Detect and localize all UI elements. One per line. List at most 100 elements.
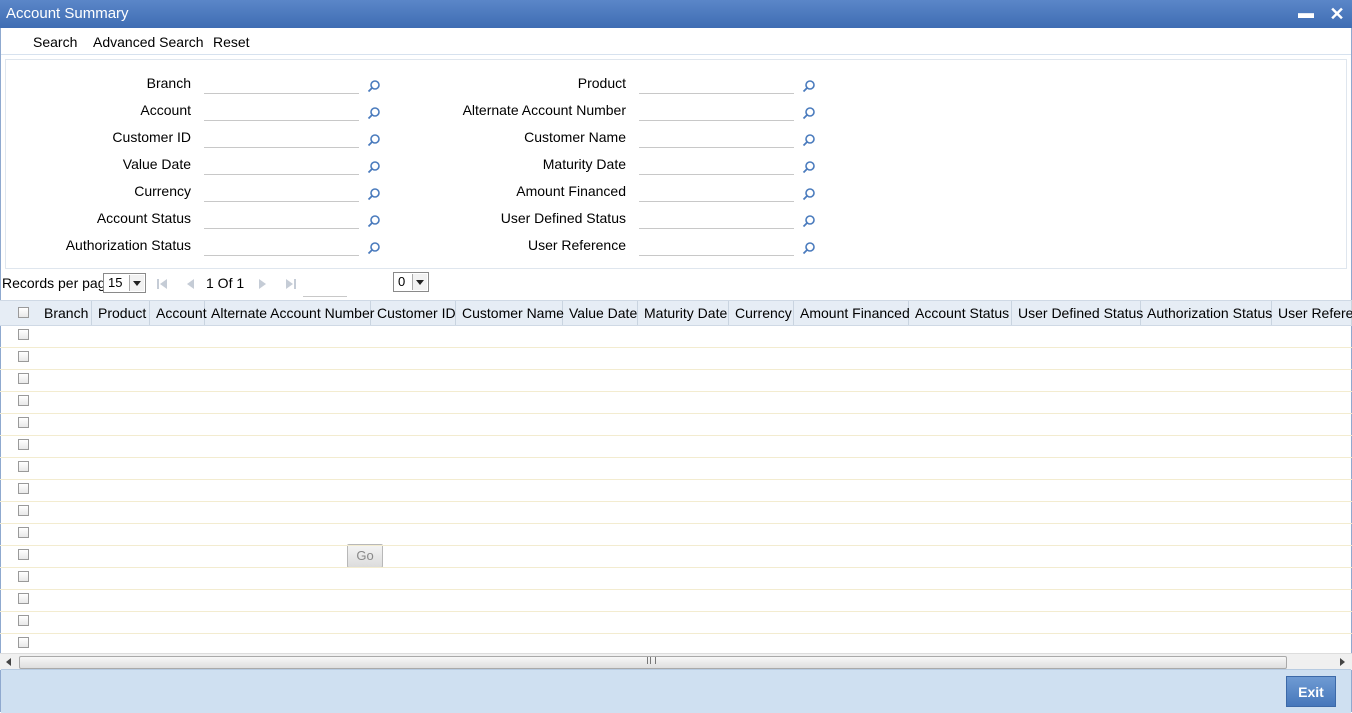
product-label: Product bbox=[577, 75, 626, 91]
column-header[interactable]: Customer ID bbox=[371, 301, 456, 325]
product-input[interactable] bbox=[639, 73, 794, 94]
row-checkbox[interactable] bbox=[18, 571, 29, 582]
search-icon[interactable] bbox=[367, 160, 381, 174]
maturity-date-input[interactable] bbox=[639, 154, 794, 175]
scrollbar-grip-icon bbox=[647, 657, 656, 664]
table-row[interactable] bbox=[0, 479, 1352, 502]
table-row[interactable] bbox=[0, 501, 1352, 524]
table-row[interactable] bbox=[0, 523, 1352, 546]
currency-input[interactable] bbox=[204, 181, 359, 202]
table-row[interactable] bbox=[0, 391, 1352, 414]
column-header[interactable]: Authorization Status bbox=[1141, 301, 1272, 325]
advanced-search-button[interactable]: Advanced Search bbox=[93, 34, 204, 50]
row-checkbox[interactable] bbox=[18, 395, 29, 406]
user-reference-input[interactable] bbox=[639, 235, 794, 256]
account-label: Account bbox=[140, 102, 191, 118]
search-icon[interactable] bbox=[802, 214, 816, 228]
column-header[interactable]: Customer Name bbox=[456, 301, 564, 325]
account-input[interactable] bbox=[204, 100, 359, 121]
search-icon[interactable] bbox=[367, 106, 381, 120]
search-icon[interactable] bbox=[802, 106, 816, 120]
go-to-page-input[interactable] bbox=[303, 276, 347, 297]
column-header[interactable]: Account Status bbox=[909, 301, 1012, 325]
last-page-icon[interactable] bbox=[285, 278, 297, 290]
reset-button[interactable]: Reset bbox=[213, 34, 250, 50]
row-checkbox[interactable] bbox=[18, 329, 29, 340]
records-per-page-value: 15 bbox=[108, 275, 123, 290]
table-row[interactable] bbox=[0, 413, 1352, 436]
table-row[interactable] bbox=[0, 435, 1352, 458]
next-page-icon[interactable] bbox=[257, 278, 269, 290]
row-checkbox[interactable] bbox=[18, 615, 29, 626]
row-checkbox[interactable] bbox=[18, 461, 29, 472]
search-button[interactable]: Search bbox=[33, 34, 77, 50]
account-status-label: Account Status bbox=[96, 210, 191, 226]
account-status-input[interactable] bbox=[204, 208, 359, 229]
search-icon[interactable] bbox=[367, 241, 381, 255]
scroll-left-icon[interactable] bbox=[6, 658, 11, 666]
table-row[interactable] bbox=[0, 325, 1352, 348]
row-checkbox[interactable] bbox=[18, 439, 29, 450]
value-date-input[interactable] bbox=[204, 154, 359, 175]
column-header[interactable]: Branch bbox=[38, 301, 92, 325]
row-checkbox[interactable] bbox=[18, 637, 29, 648]
column-header[interactable]: Value Date bbox=[563, 301, 638, 325]
search-icon[interactable] bbox=[802, 79, 816, 93]
row-checkbox[interactable] bbox=[18, 527, 29, 538]
alternate-account-number-label: Alternate Account Number bbox=[462, 102, 626, 118]
search-icon[interactable] bbox=[802, 133, 816, 147]
column-header[interactable]: Maturity Date bbox=[638, 301, 729, 325]
previous-page-icon[interactable] bbox=[184, 278, 196, 290]
search-icon[interactable] bbox=[802, 160, 816, 174]
horizontal-scrollbar[interactable] bbox=[0, 653, 1352, 670]
column-header[interactable]: User Refere bbox=[1272, 301, 1352, 325]
table-row[interactable] bbox=[0, 589, 1352, 612]
scroll-right-icon[interactable] bbox=[1340, 658, 1345, 666]
close-icon[interactable]: ✕ bbox=[1327, 4, 1347, 24]
search-icon[interactable] bbox=[367, 214, 381, 228]
title-bar: Account Summary ▬ ✕ bbox=[0, 0, 1352, 28]
exit-button[interactable]: Exit bbox=[1286, 676, 1336, 707]
column-header[interactable]: User Defined Status bbox=[1012, 301, 1143, 325]
column-header[interactable]: Amount Financed bbox=[794, 301, 910, 325]
search-icon[interactable] bbox=[802, 241, 816, 255]
row-checkbox[interactable] bbox=[18, 593, 29, 604]
customer-name-input[interactable] bbox=[639, 127, 794, 148]
row-checkbox[interactable] bbox=[18, 505, 29, 516]
alternate-account-number-input[interactable] bbox=[639, 100, 794, 121]
column-header[interactable]: Currency bbox=[729, 301, 794, 325]
branch-input[interactable] bbox=[204, 73, 359, 94]
first-page-icon[interactable] bbox=[156, 278, 168, 290]
page-select[interactable]: 0 bbox=[393, 272, 429, 292]
table-row[interactable] bbox=[0, 457, 1352, 480]
window-title: Account Summary bbox=[6, 5, 129, 22]
row-checkbox[interactable] bbox=[18, 373, 29, 384]
customer-name-label: Customer Name bbox=[524, 129, 626, 145]
row-checkbox[interactable] bbox=[18, 417, 29, 428]
authorization-status-input[interactable] bbox=[204, 235, 359, 256]
select-all-checkbox[interactable] bbox=[18, 307, 29, 318]
table-row[interactable] bbox=[0, 545, 1352, 568]
row-checkbox[interactable] bbox=[18, 351, 29, 362]
user-defined-status-input[interactable] bbox=[639, 208, 794, 229]
pager: Records per page 15 1 Of 1 Go 0 bbox=[0, 270, 1352, 568]
column-header[interactable]: Product bbox=[92, 301, 150, 325]
search-icon[interactable] bbox=[367, 133, 381, 147]
customer-id-input[interactable] bbox=[204, 127, 359, 148]
table-row[interactable] bbox=[0, 567, 1352, 590]
amount-financed-input[interactable] bbox=[639, 181, 794, 202]
records-per-page-select[interactable]: 15 bbox=[103, 273, 146, 293]
minimize-icon[interactable]: ▬ bbox=[1296, 4, 1316, 24]
search-icon[interactable] bbox=[367, 79, 381, 93]
search-icon[interactable] bbox=[367, 187, 381, 201]
column-header[interactable]: Account bbox=[150, 301, 207, 325]
table-row[interactable] bbox=[0, 347, 1352, 370]
row-checkbox[interactable] bbox=[18, 549, 29, 560]
search-icon[interactable] bbox=[802, 187, 816, 201]
amount-financed-label: Amount Financed bbox=[516, 183, 626, 199]
row-checkbox[interactable] bbox=[18, 483, 29, 494]
toolbar: Search Advanced Search Reset bbox=[1, 29, 1351, 55]
table-row[interactable] bbox=[0, 369, 1352, 392]
column-header[interactable]: Alternate Account Number bbox=[205, 301, 374, 325]
table-row[interactable] bbox=[0, 611, 1352, 634]
